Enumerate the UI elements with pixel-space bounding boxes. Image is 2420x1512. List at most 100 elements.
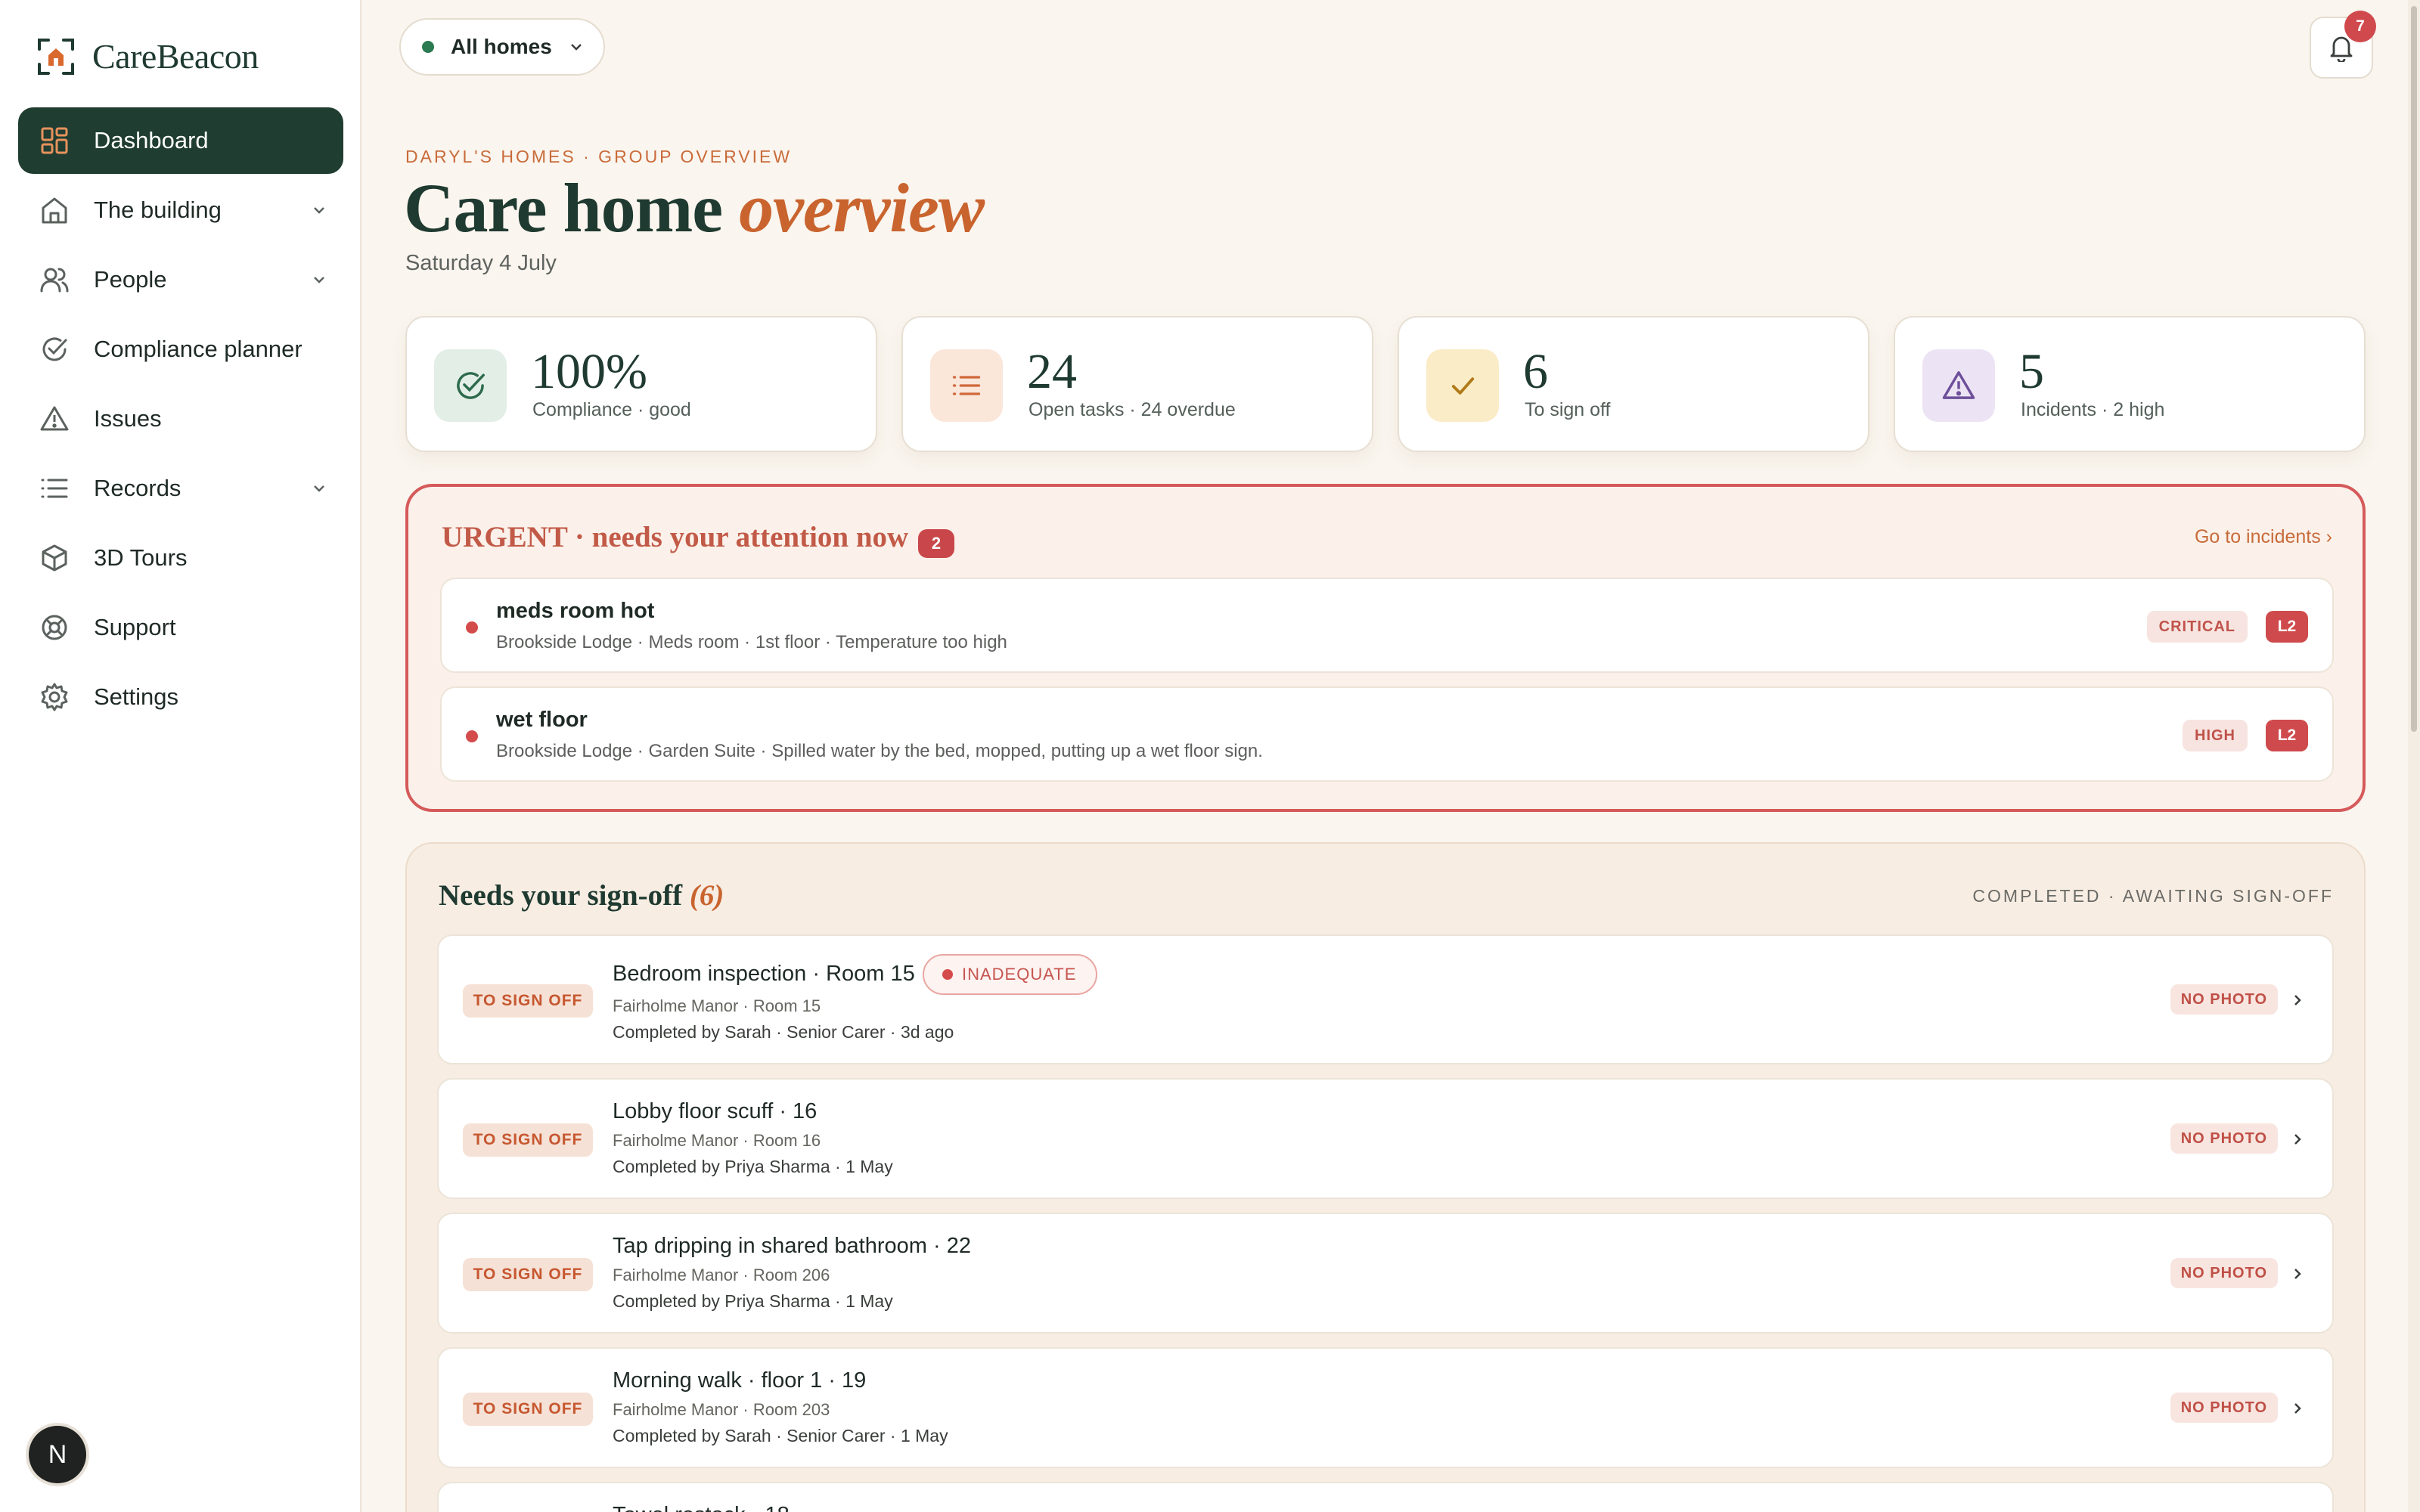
warning-icon [1942, 371, 1975, 399]
task-completed-by: Completed by Priya Sharma · 1 May [613, 1157, 893, 1176]
page-title-accent: overview [739, 169, 985, 246]
no-photo-badge: NO PHOTO [2170, 1258, 2278, 1288]
task-title: Morning walk · floor 1 · 19 [613, 1368, 867, 1393]
signoff-row[interactable]: TO SIGN OFF Bedroom inspection · Room 15… [437, 934, 2334, 1064]
sidebar-item-support[interactable]: Support [18, 594, 343, 661]
urgent-title: URGENT · needs your attention now [442, 521, 909, 553]
sidebar-item-label: Compliance planner [94, 336, 302, 362]
avatar-initial: N [48, 1439, 67, 1469]
incident-meta: Brookside Lodge · Garden Suite · Spilled… [496, 741, 1263, 761]
check-circle-icon [42, 337, 67, 361]
stat-card-open-tasks[interactable]: 24 Open tasks · 24 overdue [901, 316, 1373, 452]
incident-row[interactable]: meds room hot Brookside Lodge · Meds roo… [440, 578, 2334, 673]
task-title: Bedroom inspection · Room 15 [613, 962, 915, 986]
avatar[interactable]: N [29, 1426, 86, 1483]
urgent-count-badge: 2 [918, 529, 954, 558]
building-icon [42, 197, 67, 224]
brand-name: CareBeacon [92, 37, 259, 76]
to-sign-off-tag: TO SIGN OFF [463, 1258, 593, 1291]
signoff-row[interactable]: TO SIGN OFF Lobby floor scuff · 16 Fairh… [437, 1078, 2334, 1199]
sidebar-item-label: 3D Tours [94, 544, 188, 571]
home-selector-value: All homes [451, 35, 552, 58]
severity-badge: CRITICAL [2146, 611, 2248, 643]
stat-value: 24 [1027, 344, 1077, 399]
sidebar-item-label: Dashboard [94, 127, 209, 153]
no-photo-badge: NO PHOTO [2170, 1123, 2278, 1154]
chevron-down-icon[interactable] [309, 269, 330, 290]
sidebar-item-the-building[interactable]: The building [18, 177, 343, 243]
sidebar-nav: Dashboard The building People Compliance… [18, 107, 343, 733]
sidebar-item-label: Issues [94, 405, 162, 432]
stat-icon-box [930, 349, 1003, 422]
signoff-title-text: Needs your sign-off [439, 879, 683, 912]
stat-card-compliance[interactable]: 100% Compliance · good [405, 316, 877, 452]
signoff-row[interactable]: TO SIGN OFF Morning walk · floor 1 · 19 … [437, 1347, 2334, 1468]
stat-card-to-sign-off[interactable]: 6 To sign off [1398, 316, 1869, 452]
chevron-right-icon [2294, 1403, 2301, 1414]
chevron-down-icon[interactable] [309, 200, 330, 221]
chevron-down-icon[interactable] [309, 478, 330, 499]
sidebar-item-compliance-planner[interactable]: Compliance planner [18, 316, 343, 383]
notification-count-badge: 7 [2344, 11, 2376, 42]
list-icon [952, 376, 981, 395]
task-completed-by: Completed by Sarah · Senior Carer · 1 Ma… [613, 1426, 948, 1445]
sidebar-item-people[interactable]: People [18, 246, 343, 313]
signoff-row[interactable]: Towel restock · 18 [437, 1482, 2334, 1512]
signoff-count: (6) [689, 879, 724, 912]
warning-icon [40, 406, 69, 431]
incident-meta: Brookside Lodge · Meds room · 1st floor … [496, 632, 1007, 652]
stat-subtitle: Compliance · good [532, 399, 691, 420]
chevron-right-icon [2294, 995, 2301, 1005]
stat-icon-box [434, 349, 507, 422]
gear-icon [41, 683, 68, 711]
sidebar-item-records[interactable]: Records [18, 455, 343, 522]
signoff-row[interactable]: TO SIGN OFF Tap dripping in shared bathr… [437, 1213, 2334, 1334]
signoff-title: Needs your sign-off (6) [439, 878, 724, 912]
brand[interactable]: CareBeacon [36, 36, 259, 76]
signoff-subtitle: COMPLETED · AWAITING SIGN-OFF [1972, 886, 2334, 906]
stat-card-incidents[interactable]: 5 Incidents · 2 high [1894, 316, 2366, 452]
home-selector[interactable]: All homes [399, 18, 605, 76]
incident-title: meds room hot [496, 599, 655, 623]
task-location: Fairholme Manor · Room 206 [613, 1266, 830, 1284]
task-completed-by: Completed by Priya Sharma · 1 May [613, 1291, 893, 1311]
stat-icon-box [1426, 349, 1499, 422]
urgent-panel: URGENT · needs your attention now 2 Go t… [405, 484, 2366, 812]
check-circle-icon [457, 372, 485, 399]
task-location: Fairholme Manor · Room 16 [613, 1131, 821, 1150]
sidebar-item-label: Settings [94, 683, 179, 710]
page-title-main: Care home [404, 169, 723, 246]
no-photo-badge: NO PHOTO [2170, 1393, 2278, 1423]
chevron-right-icon [2294, 1134, 2301, 1145]
to-sign-off-tag: TO SIGN OFF [463, 984, 593, 1018]
stat-subtitle: Open tasks · 24 overdue [1028, 399, 1236, 420]
sidebar-item-settings[interactable]: Settings [18, 664, 343, 730]
task-title: Tap dripping in shared bathroom · 22 [613, 1234, 971, 1258]
sidebar-item-dashboard[interactable]: Dashboard [18, 107, 343, 174]
list-icon [41, 479, 68, 498]
signoff-panel: Needs your sign-off (6) COMPLETED · AWAI… [405, 842, 2366, 1512]
sidebar-item-label: Support [94, 614, 176, 640]
scrollbar-thumb[interactable] [2411, 6, 2417, 732]
stat-value: 6 [1523, 344, 1548, 399]
to-sign-off-tag: TO SIGN OFF [463, 1123, 593, 1157]
incident-status-dot [466, 730, 478, 742]
incident-row[interactable]: wet floor Brookside Lodge · Garden Suite… [440, 686, 2334, 782]
to-sign-off-tag: TO SIGN OFF [463, 1393, 593, 1426]
stat-value: 100% [531, 344, 647, 399]
page-title: Care home overview [404, 168, 985, 248]
lifebuoy-icon [42, 615, 67, 640]
chevron-right-icon [2294, 1269, 2301, 1279]
check-icon [1451, 377, 1475, 395]
sidebar-item-label: The building [94, 197, 222, 223]
task-title: Lobby floor scuff · 16 [613, 1099, 818, 1123]
go-to-incidents-link[interactable]: Go to incidents › [2195, 526, 2332, 548]
sidebar-item-issues[interactable]: Issues [18, 386, 343, 452]
cube-icon [42, 544, 67, 572]
page-date: Saturday 4 July [405, 251, 557, 275]
severity-badge: HIGH [2183, 720, 2248, 751]
no-photo-badge: NO PHOTO [2170, 984, 2278, 1015]
sidebar-item-3d-tours[interactable]: 3D Tours [18, 525, 343, 591]
stat-subtitle: To sign off [1525, 399, 1611, 420]
stat-icon-box [1922, 349, 1995, 422]
